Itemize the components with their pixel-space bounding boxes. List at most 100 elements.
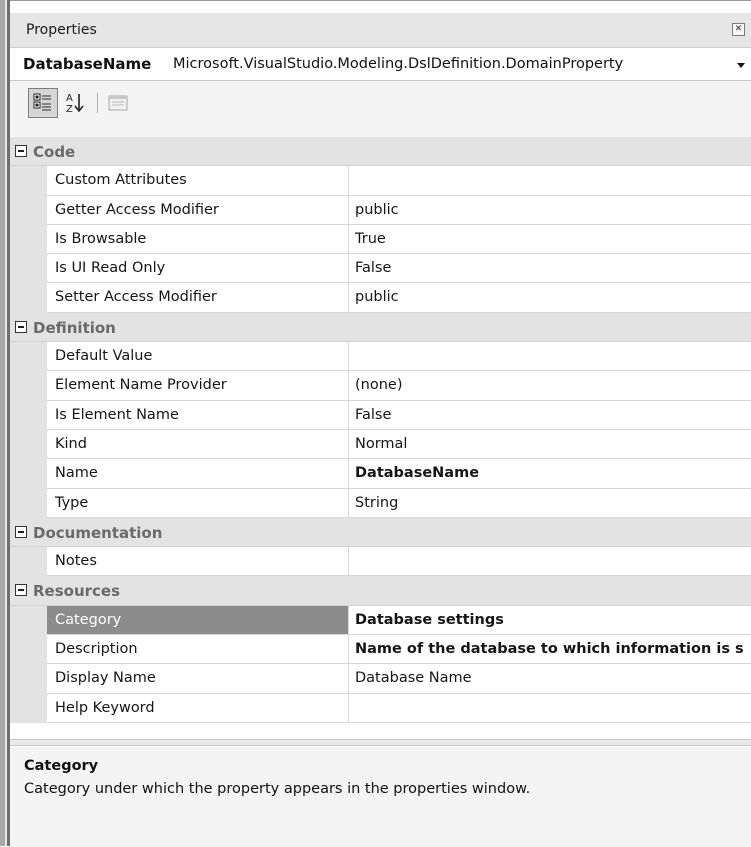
property-name-cell[interactable]: Default Value — [47, 342, 348, 372]
property-value-cell[interactable]: public — [348, 195, 751, 225]
category-documentation[interactable]: Documentation — [10, 517, 751, 548]
property-value: String — [355, 494, 399, 511]
property-value-cell[interactable]: True — [348, 224, 751, 255]
property-row[interactable]: Display Name Database Name — [10, 664, 751, 694]
property-name: Getter Access Modifier — [55, 201, 219, 218]
property-row[interactable]: Getter Access Modifier public — [10, 195, 751, 225]
property-name: Is Browsable — [55, 230, 147, 247]
row-gutter — [10, 547, 47, 577]
categorized-button[interactable] — [28, 88, 58, 118]
property-value-cell[interactable]: (none) — [348, 371, 751, 401]
property-value-cell[interactable]: String — [348, 488, 751, 518]
property-value-cell[interactable]: DatabaseName — [348, 459, 751, 489]
property-row-selected[interactable]: Category Database settings — [10, 605, 751, 636]
property-value-cell[interactable] — [348, 547, 751, 577]
property-name: Custom Attributes — [55, 172, 187, 189]
window-title: Properties — [26, 22, 97, 38]
collapse-icon[interactable] — [15, 525, 27, 538]
property-row[interactable]: Element Name Provider (none) — [10, 371, 751, 401]
close-button[interactable]: ✕ — [732, 23, 745, 36]
property-row[interactable]: Notes — [10, 547, 751, 577]
close-icon: ✕ — [734, 24, 743, 34]
object-selector-dropdown[interactable]: DatabaseName Microsoft.VisualStudio.Mode… — [10, 48, 751, 81]
property-row[interactable]: Name DatabaseName — [10, 459, 751, 489]
property-name-cell[interactable]: Help Keyword — [47, 694, 348, 723]
property-row[interactable]: Setter Access Modifier public — [10, 283, 751, 313]
property-value: (none) — [355, 377, 403, 394]
row-gutter — [10, 166, 47, 196]
chevron-down-icon[interactable] — [737, 63, 745, 68]
property-grid: Code Custom Attributes Getter Access Mod… — [10, 137, 751, 723]
description-splitter[interactable] — [10, 739, 751, 746]
property-value-cell[interactable]: False — [348, 400, 751, 430]
property-name-cell[interactable]: Name — [47, 459, 348, 489]
property-row[interactable]: Help Keyword — [10, 693, 751, 723]
property-row[interactable]: Is Element Name False — [10, 400, 751, 430]
property-row[interactable]: Default Value — [10, 342, 751, 372]
property-row[interactable]: Kind Normal — [10, 429, 751, 460]
property-row[interactable]: Description Name of the database to whic… — [10, 635, 751, 665]
property-name: Help Keyword — [55, 699, 155, 716]
row-gutter — [10, 429, 47, 460]
property-value: public — [355, 201, 399, 218]
property-name-cell[interactable]: Type — [47, 489, 348, 518]
property-name: Category — [55, 611, 122, 628]
property-name-cell[interactable]: Is UI Read Only — [47, 254, 348, 284]
property-value: True — [355, 230, 386, 247]
row-gutter — [10, 254, 47, 284]
property-value-cell[interactable] — [348, 166, 751, 196]
property-name: Name — [55, 465, 98, 482]
property-row[interactable]: Custom Attributes — [10, 166, 751, 196]
property-name-cell[interactable]: Kind — [47, 430, 348, 460]
row-gutter — [10, 635, 47, 665]
property-value: Database settings — [355, 611, 504, 628]
properties-toolbar: A Z — [10, 81, 751, 137]
svg-text:A: A — [66, 93, 73, 104]
row-gutter — [10, 283, 47, 313]
property-name-cell[interactable]: Getter Access Modifier — [47, 196, 348, 225]
property-name-cell[interactable]: Setter Access Modifier — [47, 283, 348, 313]
category-resources[interactable]: Resources — [10, 576, 751, 606]
property-name-cell[interactable]: Is Browsable — [47, 225, 348, 255]
category-label: Code — [33, 143, 76, 161]
alphabetical-button[interactable]: A Z — [62, 88, 92, 118]
collapse-icon[interactable] — [15, 320, 27, 333]
row-gutter — [10, 195, 47, 225]
property-row[interactable]: Is Browsable True — [10, 224, 751, 255]
property-row[interactable]: Is UI Read Only False — [10, 254, 751, 284]
row-gutter — [10, 693, 47, 723]
property-name-cell[interactable]: Is Element Name — [47, 401, 348, 430]
property-value: False — [355, 406, 392, 423]
property-row[interactable]: Type String — [10, 488, 751, 518]
property-name-cell[interactable]: Category — [47, 605, 348, 636]
property-value-cell[interactable]: Name of the database to which informatio… — [348, 635, 751, 665]
collapse-icon[interactable] — [15, 145, 27, 157]
window-bottom-edge — [10, 835, 751, 847]
title-bar[interactable]: Properties ✕ — [10, 13, 751, 48]
category-definition[interactable]: Definition — [10, 312, 751, 343]
property-value-cell[interactable]: Normal — [348, 429, 751, 460]
property-value-cell[interactable]: Database settings — [348, 605, 751, 636]
property-name-cell[interactable]: Display Name — [47, 664, 348, 694]
property-name: Display Name — [55, 670, 156, 687]
description-text: Category under which the property appear… — [24, 781, 531, 797]
description-title: Category — [24, 758, 99, 774]
property-name-cell[interactable]: Custom Attributes — [47, 166, 348, 196]
property-value-cell[interactable]: False — [348, 254, 751, 284]
property-value-cell[interactable]: public — [348, 283, 751, 313]
row-gutter — [10, 488, 47, 518]
property-value-cell[interactable]: Database Name — [348, 664, 751, 694]
property-name-cell[interactable]: Description — [47, 635, 348, 665]
property-name: Is UI Read Only — [55, 260, 166, 277]
collapse-icon[interactable] — [15, 584, 27, 597]
toolbar-separator — [97, 93, 98, 113]
category-code[interactable]: Code — [10, 137, 751, 167]
property-name-cell[interactable]: Element Name Provider — [47, 371, 348, 401]
property-name-cell[interactable]: Notes — [47, 547, 348, 577]
property-name: Is Element Name — [55, 406, 179, 423]
property-value-cell[interactable] — [348, 693, 751, 723]
properties-window: Properties ✕ DatabaseName Microsoft.Visu… — [10, 0, 751, 847]
property-pages-button[interactable] — [104, 88, 134, 118]
property-value-cell[interactable] — [348, 342, 751, 372]
row-gutter — [10, 605, 47, 636]
